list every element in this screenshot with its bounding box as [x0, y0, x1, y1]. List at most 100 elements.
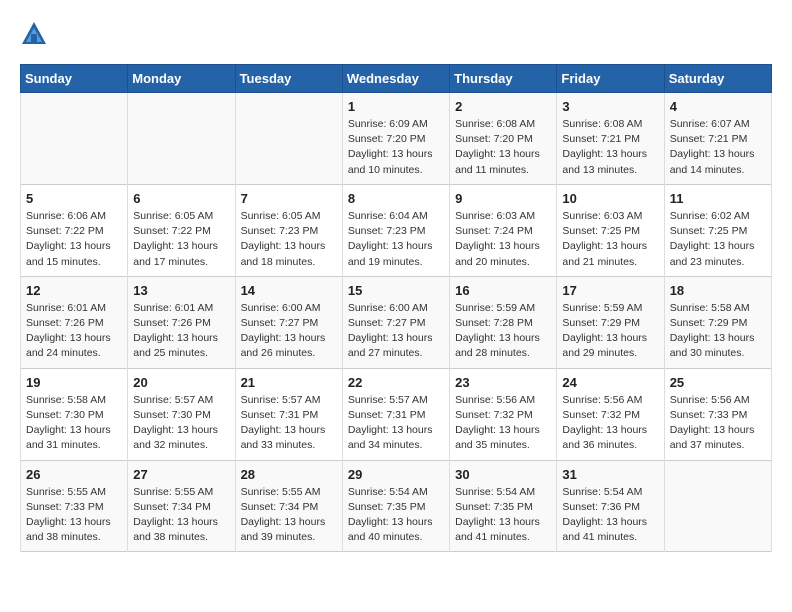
day-number: 22 [348, 375, 444, 390]
day-number: 18 [670, 283, 766, 298]
day-info: Sunrise: 5:57 AM Sunset: 7:31 PM Dayligh… [348, 393, 444, 454]
day-info: Sunrise: 6:06 AM Sunset: 7:22 PM Dayligh… [26, 209, 122, 270]
page-header [20, 20, 772, 48]
day-number: 31 [562, 467, 658, 482]
calendar-cell: 26 Sunrise: 5:55 AM Sunset: 7:33 PM Dayli… [21, 460, 128, 552]
day-info: Sunrise: 5:59 AM Sunset: 7:28 PM Dayligh… [455, 301, 551, 362]
day-info: Sunrise: 5:58 AM Sunset: 7:30 PM Dayligh… [26, 393, 122, 454]
day-number: 9 [455, 191, 551, 206]
calendar-cell: 9 Sunrise: 6:03 AM Sunset: 7:24 PM Daylig… [450, 184, 557, 276]
calendar-cell: 20Sunrise: 5:57 AM Sunset: 7:30 PM Dayli… [128, 368, 235, 460]
day-number: 6 [133, 191, 229, 206]
day-number: 16 [455, 283, 551, 298]
logo [20, 20, 52, 48]
day-number: 28 [241, 467, 337, 482]
calendar-cell: 19 Sunrise: 5:58 AM Sunset: 7:30 PM Dayli… [21, 368, 128, 460]
weekday-header-wednesday: Wednesday [342, 65, 449, 93]
calendar-cell: 23 Sunrise: 5:56 AM Sunset: 7:32 PM Dayli… [450, 368, 557, 460]
logo-icon [20, 20, 48, 48]
day-number: 17 [562, 283, 658, 298]
day-number: 30 [455, 467, 551, 482]
day-number: 23 [455, 375, 551, 390]
day-number: 25 [670, 375, 766, 390]
day-info: Sunrise: 6:05 AM Sunset: 7:22 PM Dayligh… [133, 209, 229, 270]
day-number: 19 [26, 375, 122, 390]
weekday-header-sunday: Sunday [21, 65, 128, 93]
day-number: 29 [348, 467, 444, 482]
day-number: 10 [562, 191, 658, 206]
calendar-week-2: 5Sunrise: 6:06 AM Sunset: 7:22 PM Daylig… [21, 184, 772, 276]
calendar-header: SundayMondayTuesdayWednesdayThursdayFrid… [21, 65, 772, 93]
day-info: Sunrise: 6:01 AM Sunset: 7:26 PM Dayligh… [133, 301, 229, 362]
calendar-cell: 10 Sunrise: 6:03 AM Sunset: 7:25 PM Dayli… [557, 184, 664, 276]
day-info: Sunrise: 6:09 AM Sunset: 7:20 PM Dayligh… [348, 117, 444, 178]
day-number: 14 [241, 283, 337, 298]
calendar-cell: 11 Sunrise: 6:02 AM Sunset: 7:25 PM Dayli… [664, 184, 771, 276]
weekday-header-friday: Friday [557, 65, 664, 93]
day-info: Sunrise: 6:02 AM Sunset: 7:25 PM Dayligh… [670, 209, 766, 270]
calendar-cell: 27Sunrise: 5:55 AM Sunset: 7:34 PM Dayli… [128, 460, 235, 552]
day-info: Sunrise: 6:05 AM Sunset: 7:23 PM Dayligh… [241, 209, 337, 270]
calendar-cell: 4 Sunrise: 6:07 AM Sunset: 7:21 PM Daylig… [664, 93, 771, 185]
day-info: Sunrise: 5:54 AM Sunset: 7:35 PM Dayligh… [348, 485, 444, 546]
calendar-week-5: 26 Sunrise: 5:55 AM Sunset: 7:33 PM Dayli… [21, 460, 772, 552]
calendar-cell: 8Sunrise: 6:04 AM Sunset: 7:23 PM Daylig… [342, 184, 449, 276]
calendar-cell: 16 Sunrise: 5:59 AM Sunset: 7:28 PM Dayli… [450, 276, 557, 368]
day-info: Sunrise: 5:54 AM Sunset: 7:36 PM Dayligh… [562, 485, 658, 546]
day-info: Sunrise: 6:04 AM Sunset: 7:23 PM Dayligh… [348, 209, 444, 270]
calendar-cell: 30Sunrise: 5:54 AM Sunset: 7:35 PM Dayli… [450, 460, 557, 552]
weekday-header-thursday: Thursday [450, 65, 557, 93]
calendar-cell: 24Sunrise: 5:56 AM Sunset: 7:32 PM Dayli… [557, 368, 664, 460]
calendar-cell: 6 Sunrise: 6:05 AM Sunset: 7:22 PM Daylig… [128, 184, 235, 276]
day-info: Sunrise: 5:55 AM Sunset: 7:33 PM Dayligh… [26, 485, 122, 546]
day-info: Sunrise: 5:57 AM Sunset: 7:30 PM Dayligh… [133, 393, 229, 454]
calendar-cell: 15 Sunrise: 6:00 AM Sunset: 7:27 PM Dayli… [342, 276, 449, 368]
day-info: Sunrise: 5:56 AM Sunset: 7:33 PM Dayligh… [670, 393, 766, 454]
calendar-cell: 31 Sunrise: 5:54 AM Sunset: 7:36 PM Dayli… [557, 460, 664, 552]
calendar-cell [128, 93, 235, 185]
calendar-cell: 3 Sunrise: 6:08 AM Sunset: 7:21 PM Daylig… [557, 93, 664, 185]
day-number: 3 [562, 99, 658, 114]
day-number: 21 [241, 375, 337, 390]
day-number: 1 [348, 99, 444, 114]
day-info: Sunrise: 6:08 AM Sunset: 7:20 PM Dayligh… [455, 117, 551, 178]
day-info: Sunrise: 6:01 AM Sunset: 7:26 PM Dayligh… [26, 301, 122, 362]
day-number: 15 [348, 283, 444, 298]
calendar-cell: 21 Sunrise: 5:57 AM Sunset: 7:31 PM Dayli… [235, 368, 342, 460]
day-info: Sunrise: 5:55 AM Sunset: 7:34 PM Dayligh… [241, 485, 337, 546]
calendar-cell: 12 Sunrise: 6:01 AM Sunset: 7:26 PM Dayli… [21, 276, 128, 368]
weekday-header-saturday: Saturday [664, 65, 771, 93]
day-number: 7 [241, 191, 337, 206]
calendar-cell: 1 Sunrise: 6:09 AM Sunset: 7:20 PM Daylig… [342, 93, 449, 185]
calendar-cell: 17 Sunrise: 5:59 AM Sunset: 7:29 PM Dayli… [557, 276, 664, 368]
day-number: 24 [562, 375, 658, 390]
calendar-cell: 5Sunrise: 6:06 AM Sunset: 7:22 PM Daylig… [21, 184, 128, 276]
day-info: Sunrise: 6:03 AM Sunset: 7:24 PM Dayligh… [455, 209, 551, 270]
day-info: Sunrise: 5:56 AM Sunset: 7:32 PM Dayligh… [455, 393, 551, 454]
weekday-header-monday: Monday [128, 65, 235, 93]
day-number: 11 [670, 191, 766, 206]
calendar-cell [235, 93, 342, 185]
weekday-header-tuesday: Tuesday [235, 65, 342, 93]
day-info: Sunrise: 5:57 AM Sunset: 7:31 PM Dayligh… [241, 393, 337, 454]
calendar-cell: 25 Sunrise: 5:56 AM Sunset: 7:33 PM Dayli… [664, 368, 771, 460]
calendar-week-4: 19 Sunrise: 5:58 AM Sunset: 7:30 PM Dayli… [21, 368, 772, 460]
calendar-cell [21, 93, 128, 185]
calendar-cell: 14Sunrise: 6:00 AM Sunset: 7:27 PM Dayli… [235, 276, 342, 368]
day-number: 2 [455, 99, 551, 114]
calendar-cell: 13Sunrise: 6:01 AM Sunset: 7:26 PM Dayli… [128, 276, 235, 368]
day-info: Sunrise: 6:00 AM Sunset: 7:27 PM Dayligh… [348, 301, 444, 362]
calendar-cell: 22 Sunrise: 5:57 AM Sunset: 7:31 PM Dayli… [342, 368, 449, 460]
day-info: Sunrise: 6:03 AM Sunset: 7:25 PM Dayligh… [562, 209, 658, 270]
day-info: Sunrise: 5:59 AM Sunset: 7:29 PM Dayligh… [562, 301, 658, 362]
calendar-cell: 29 Sunrise: 5:54 AM Sunset: 7:35 PM Dayli… [342, 460, 449, 552]
calendar-cell: 7 Sunrise: 6:05 AM Sunset: 7:23 PM Daylig… [235, 184, 342, 276]
day-number: 4 [670, 99, 766, 114]
day-info: Sunrise: 6:07 AM Sunset: 7:21 PM Dayligh… [670, 117, 766, 178]
day-number: 26 [26, 467, 122, 482]
day-info: Sunrise: 6:08 AM Sunset: 7:21 PM Dayligh… [562, 117, 658, 178]
day-number: 12 [26, 283, 122, 298]
calendar-week-3: 12 Sunrise: 6:01 AM Sunset: 7:26 PM Dayli… [21, 276, 772, 368]
calendar-cell [664, 460, 771, 552]
day-info: Sunrise: 5:55 AM Sunset: 7:34 PM Dayligh… [133, 485, 229, 546]
